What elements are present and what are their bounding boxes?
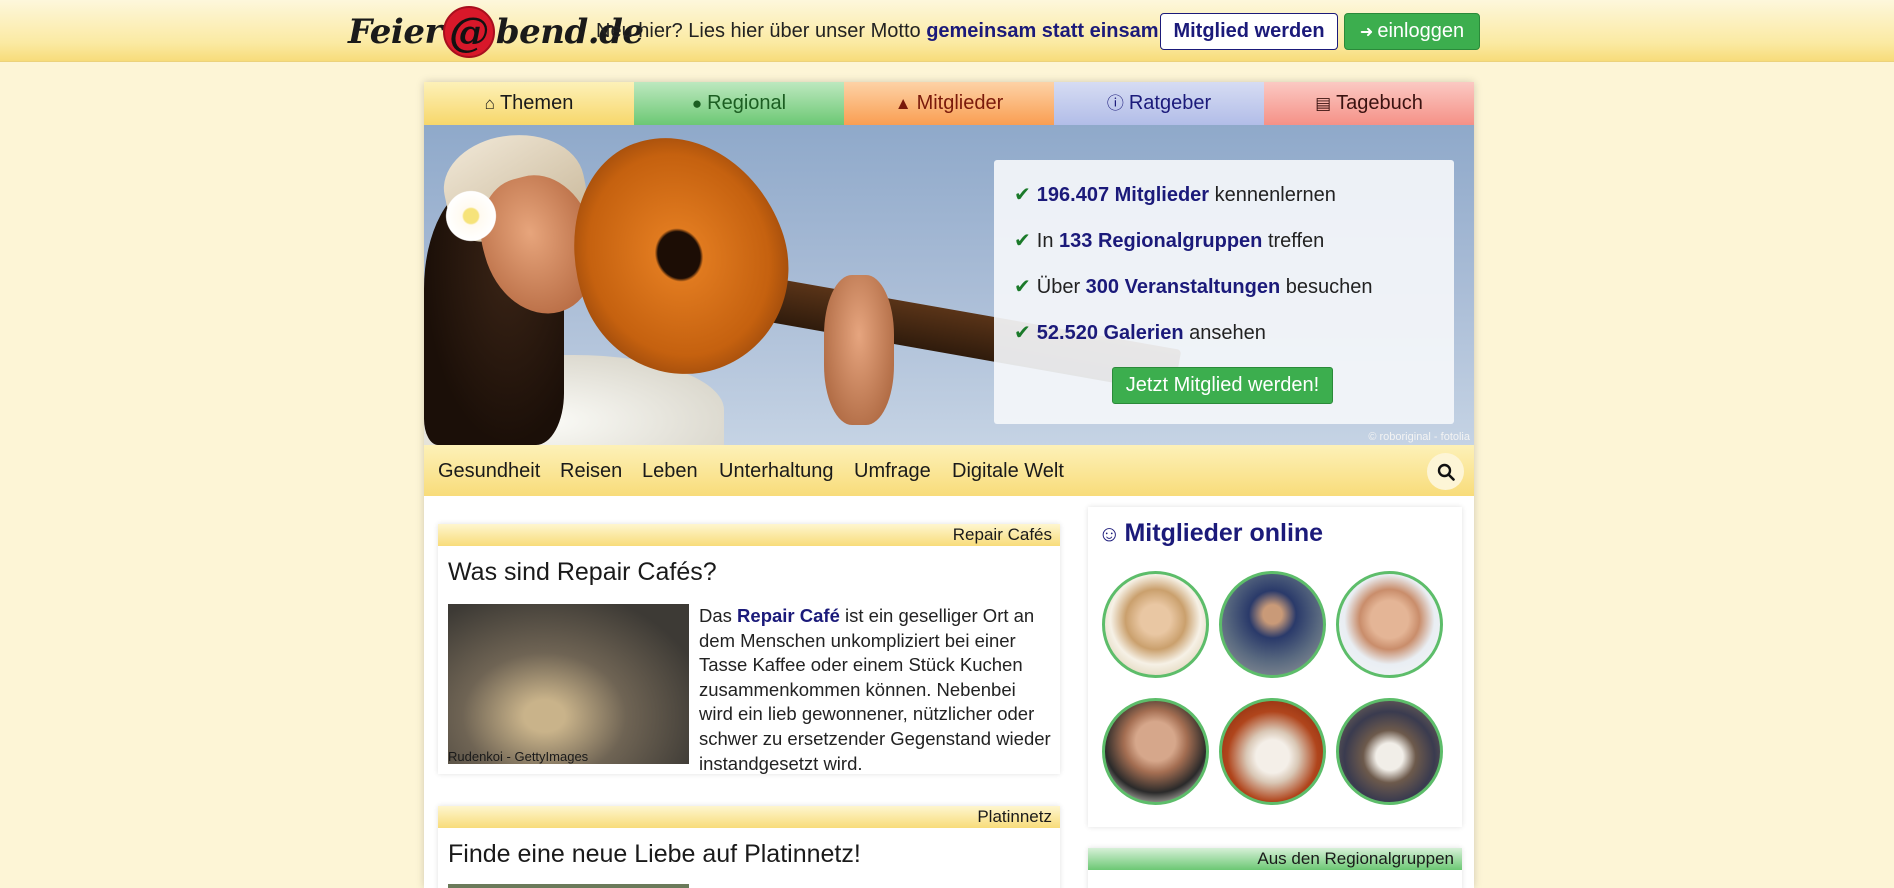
members-online-title[interactable]: ☺ Mitglieder online	[1098, 519, 1323, 548]
avatar[interactable]	[1336, 571, 1443, 678]
logo-text-part2: bend	[495, 12, 588, 52]
teaser-pre: Das	[699, 605, 738, 626]
article-teaser: Das Repair Café ist ein geselliger Ort a…	[699, 604, 1053, 776]
main-content: ⌂ Themen ● Regional ▲ Mitglieder ⓘ Ratgeber …	[424, 82, 1474, 888]
members-online-box: ☺ Mitglieder online	[1088, 507, 1462, 827]
check-icon: ✔	[1014, 322, 1031, 344]
users-icon: ☺	[1098, 521, 1121, 546]
members-online-label: Mitglieder online	[1124, 519, 1324, 547]
topic-gesundheit[interactable]: Gesundheit	[438, 460, 540, 483]
join-now-button[interactable]: Jetzt Mitglied werden!	[1112, 367, 1333, 404]
stat-regional: ✔ In 133 Regionalgruppen treffen	[1014, 228, 1324, 253]
motto-link[interactable]: gemeinsam statt einsam	[926, 20, 1158, 42]
stat-events: ✔ Über 300 Veranstaltungen besuchen	[1014, 274, 1373, 299]
avatar[interactable]	[1102, 571, 1209, 678]
teaser-post: ist ein geselliger Ort an dem Menschen u…	[699, 605, 1051, 774]
article-category[interactable]: Platinnetz	[438, 806, 1060, 828]
tab-mitglieder[interactable]: ▲ Mitglieder	[844, 82, 1054, 125]
stat-post: kennenlernen	[1209, 184, 1336, 206]
topic-reisen[interactable]: Reisen	[560, 460, 622, 483]
tab-label: Themen	[499, 92, 574, 114]
main-nav: ⌂ Themen ● Regional ▲ Mitglieder ⓘ Ratgeber …	[424, 82, 1474, 125]
stat-value: 196.407 Mitglieder	[1036, 184, 1210, 206]
topic-umfrage[interactable]: Umfrage	[854, 460, 931, 483]
check-icon: ✔	[1014, 276, 1031, 298]
tab-label: Ratgeber	[1128, 92, 1212, 114]
article-card[interactable]: Repair Cafés Was sind Repair Cafés? Rude…	[438, 524, 1060, 774]
info-icon: ⓘ	[1106, 94, 1124, 113]
article-image[interactable]	[448, 884, 689, 888]
hero-banner: © roboriginal - fotolia ✔ 196.407 Mitglie…	[424, 125, 1474, 445]
topic-leben[interactable]: Leben	[642, 460, 698, 483]
stat-post: treffen	[1262, 230, 1325, 252]
motto-text: Neu hier? Lies hier über unser Motto gem…	[596, 20, 1164, 43]
tab-label: Regional	[707, 92, 787, 114]
article-card[interactable]: Platinnetz Finde eine neue Liebe auf Pla…	[438, 806, 1060, 888]
hero-photo-flower	[442, 187, 500, 245]
topic-unterhaltung[interactable]: Unterhaltung	[719, 460, 834, 483]
stat-galleries: ✔ 52.520 Galerien ansehen	[1014, 320, 1266, 345]
search-button[interactable]	[1427, 453, 1464, 490]
stat-members: ✔ 196.407 Mitglieder kennenlernen	[1014, 182, 1336, 207]
tab-regional[interactable]: ● Regional	[634, 82, 844, 125]
teaser-link[interactable]: Repair Café	[737, 605, 840, 626]
topic-digitale-welt[interactable]: Digitale Welt	[952, 460, 1064, 483]
globe-icon: ●	[691, 94, 703, 113]
stat-post: besuchen	[1280, 276, 1373, 298]
motto-prefix: Neu hier? Lies hier über unser Motto	[596, 20, 921, 42]
become-member-button[interactable]: Mitglied werden	[1160, 13, 1338, 50]
topic-nav: Gesundheit Reisen Leben Unterhaltung Umf…	[424, 445, 1474, 496]
stats-box: ✔ 196.407 Mitglieder kennenlernen ✔ In 133…	[994, 160, 1454, 424]
hero-photo-hand	[824, 275, 894, 425]
stat-value: 133 Regionalgruppen	[1059, 230, 1263, 252]
article-image[interactable]: Rudenkoi - GettyImages	[448, 604, 689, 764]
stat-pre: Über	[1036, 276, 1086, 298]
tab-tagebuch[interactable]: ▤ Tagebuch	[1264, 82, 1474, 125]
avatar[interactable]	[1219, 571, 1326, 678]
sign-in-icon: ➜	[1359, 24, 1374, 41]
logo-at-sign: @	[442, 6, 495, 58]
stat-value: 52.520 Galerien	[1036, 322, 1184, 344]
check-icon: ✔	[1014, 230, 1031, 252]
article-title[interactable]: Finde eine neue Liebe auf Platinnetz!	[448, 840, 1050, 869]
tab-themen[interactable]: ⌂ Themen	[424, 82, 634, 125]
avatar[interactable]	[1336, 698, 1443, 805]
article-category[interactable]: Repair Cafés	[438, 524, 1060, 546]
stat-post: ansehen	[1183, 322, 1266, 344]
article-title[interactable]: Was sind Repair Cafés?	[448, 558, 1050, 587]
tab-ratgeber[interactable]: ⓘ Ratgeber	[1054, 82, 1264, 125]
tab-label: Mitglieder	[916, 92, 1004, 114]
avatar[interactable]	[1219, 698, 1326, 805]
book-icon: ▤	[1315, 94, 1332, 113]
image-caption: Rudenkoi - GettyImages	[448, 749, 589, 764]
tab-label: Tagebuch	[1336, 92, 1423, 114]
user-icon: ▲	[894, 94, 912, 113]
avatar[interactable]	[1102, 698, 1209, 805]
home-icon: ⌂	[484, 94, 495, 113]
top-bar: Feier @ bend .de Neu hier? Lies hier über u…	[0, 0, 1894, 62]
stat-value: 300 Veranstaltungen	[1085, 276, 1281, 298]
search-icon	[1437, 463, 1455, 481]
stat-pre: In	[1036, 230, 1060, 252]
login-button[interactable]: ➜ einloggen	[1344, 13, 1480, 50]
login-button-label: einloggen	[1377, 20, 1465, 42]
regional-strip[interactable]: Aus den Regionalgruppen	[1088, 848, 1462, 870]
regional-groups-box: Aus den Regionalgruppen	[1088, 848, 1462, 888]
check-icon: ✔	[1014, 184, 1031, 206]
photo-credit: © roboriginal - fotolia	[1368, 431, 1470, 443]
logo-text-part1: Feier	[348, 12, 442, 52]
